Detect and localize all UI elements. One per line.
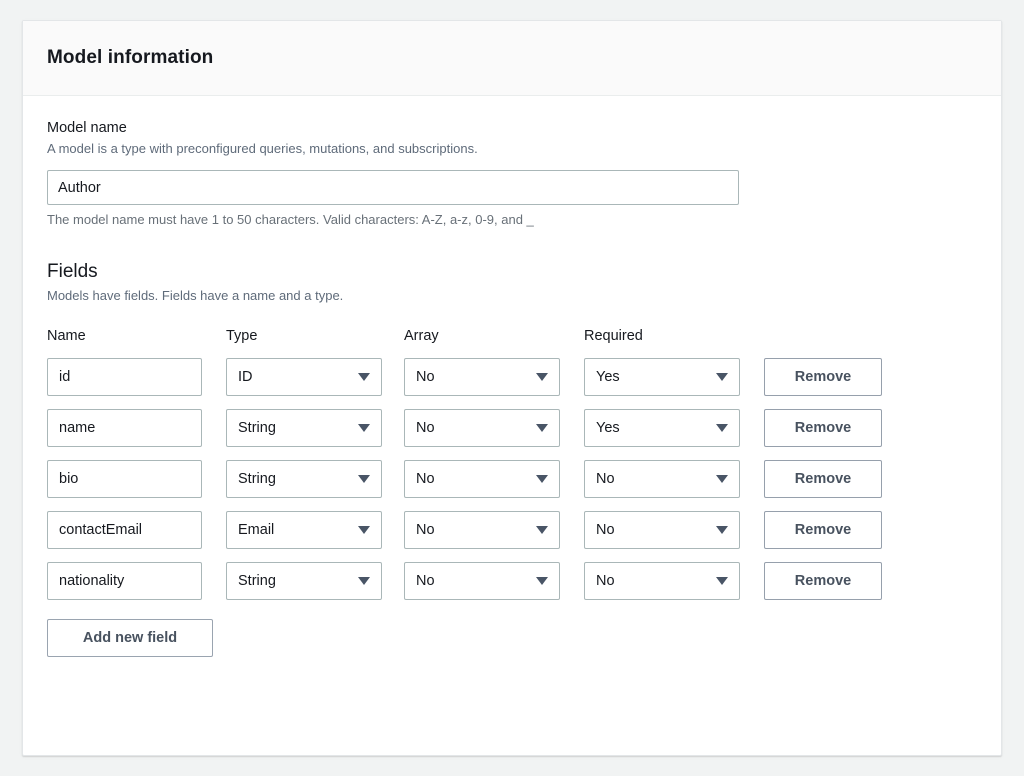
field-row: String No No: [47, 562, 977, 600]
field-type-value: String: [238, 471, 352, 487]
field-required-select[interactable]: Yes: [584, 358, 740, 396]
field-array-value: No: [416, 471, 530, 487]
field-type-select[interactable]: String: [226, 562, 382, 600]
field-type-select[interactable]: String: [226, 409, 382, 447]
field-name-input[interactable]: [47, 460, 202, 498]
column-header-name: Name: [47, 328, 86, 344]
chevron-down-icon: [716, 373, 728, 381]
chevron-down-icon: [536, 373, 548, 381]
field-required-value: Yes: [596, 369, 710, 385]
chevron-down-icon: [358, 577, 370, 585]
field-type-select[interactable]: Email: [226, 511, 382, 549]
chevron-down-icon: [536, 577, 548, 585]
field-array-value: No: [416, 369, 530, 385]
add-new-field-button[interactable]: Add new field: [47, 619, 213, 657]
field-required-value: No: [596, 573, 710, 589]
field-array-select[interactable]: No: [404, 460, 560, 498]
model-name-description: A model is a type with preconfigured que…: [47, 140, 977, 159]
field-type-select[interactable]: String: [226, 460, 382, 498]
fields-grid-header: Name Type Array Required: [47, 323, 977, 345]
field-array-value: No: [416, 573, 530, 589]
remove-field-button[interactable]: Remove: [764, 358, 882, 396]
column-header-array: Array: [404, 328, 439, 344]
fields-section: Fields Models have fields. Fields have a…: [47, 261, 977, 657]
field-required-select[interactable]: No: [584, 511, 740, 549]
chevron-down-icon: [536, 424, 548, 432]
field-row: String No No: [47, 460, 977, 498]
chevron-down-icon: [536, 526, 548, 534]
field-name-input[interactable]: [47, 562, 202, 600]
chevron-down-icon: [716, 577, 728, 585]
remove-field-button[interactable]: Remove: [764, 511, 882, 549]
field-array-value: No: [416, 522, 530, 538]
field-required-select[interactable]: No: [584, 562, 740, 600]
field-array-select[interactable]: No: [404, 511, 560, 549]
model-name-input[interactable]: [47, 170, 739, 205]
chevron-down-icon: [716, 475, 728, 483]
fields-description: Models have fields. Fields have a name a…: [47, 288, 977, 303]
field-array-select[interactable]: No: [404, 562, 560, 600]
card-body: Model name A model is a type with precon…: [23, 96, 1001, 657]
model-name-hint: The model name must have 1 to 50 charact…: [47, 212, 977, 227]
field-required-select[interactable]: No: [584, 460, 740, 498]
model-name-group: Model name A model is a type with precon…: [47, 118, 977, 227]
field-required-value: No: [596, 522, 710, 538]
card-header: Model information: [23, 21, 1001, 96]
chevron-down-icon: [716, 526, 728, 534]
field-type-value: String: [238, 420, 352, 436]
field-required-value: Yes: [596, 420, 710, 436]
remove-field-button[interactable]: Remove: [764, 460, 882, 498]
column-header-required: Required: [584, 328, 643, 344]
field-row: ID No Yes: [47, 358, 977, 396]
field-row: String No Yes: [47, 409, 977, 447]
fields-grid: Name Type Array Required ID: [47, 323, 977, 657]
chevron-down-icon: [716, 424, 728, 432]
column-header-type: Type: [226, 328, 257, 344]
model-information-card: Model information Model name A model is …: [22, 20, 1002, 756]
field-required-select[interactable]: Yes: [584, 409, 740, 447]
fields-heading: Fields: [47, 261, 977, 283]
chevron-down-icon: [536, 475, 548, 483]
remove-field-button[interactable]: Remove: [764, 562, 882, 600]
field-type-select[interactable]: ID: [226, 358, 382, 396]
chevron-down-icon: [358, 373, 370, 381]
page-title: Model information: [47, 47, 213, 69]
field-array-value: No: [416, 420, 530, 436]
chevron-down-icon: [358, 475, 370, 483]
field-type-value: Email: [238, 522, 352, 538]
field-name-input[interactable]: [47, 409, 202, 447]
field-type-value: ID: [238, 369, 352, 385]
chevron-down-icon: [358, 526, 370, 534]
field-type-value: String: [238, 573, 352, 589]
field-row: Email No No: [47, 511, 977, 549]
field-array-select[interactable]: No: [404, 409, 560, 447]
field-required-value: No: [596, 471, 710, 487]
chevron-down-icon: [358, 424, 370, 432]
remove-field-button[interactable]: Remove: [764, 409, 882, 447]
field-name-input[interactable]: [47, 511, 202, 549]
field-array-select[interactable]: No: [404, 358, 560, 396]
field-name-input[interactable]: [47, 358, 202, 396]
model-name-label: Model name: [47, 118, 977, 138]
